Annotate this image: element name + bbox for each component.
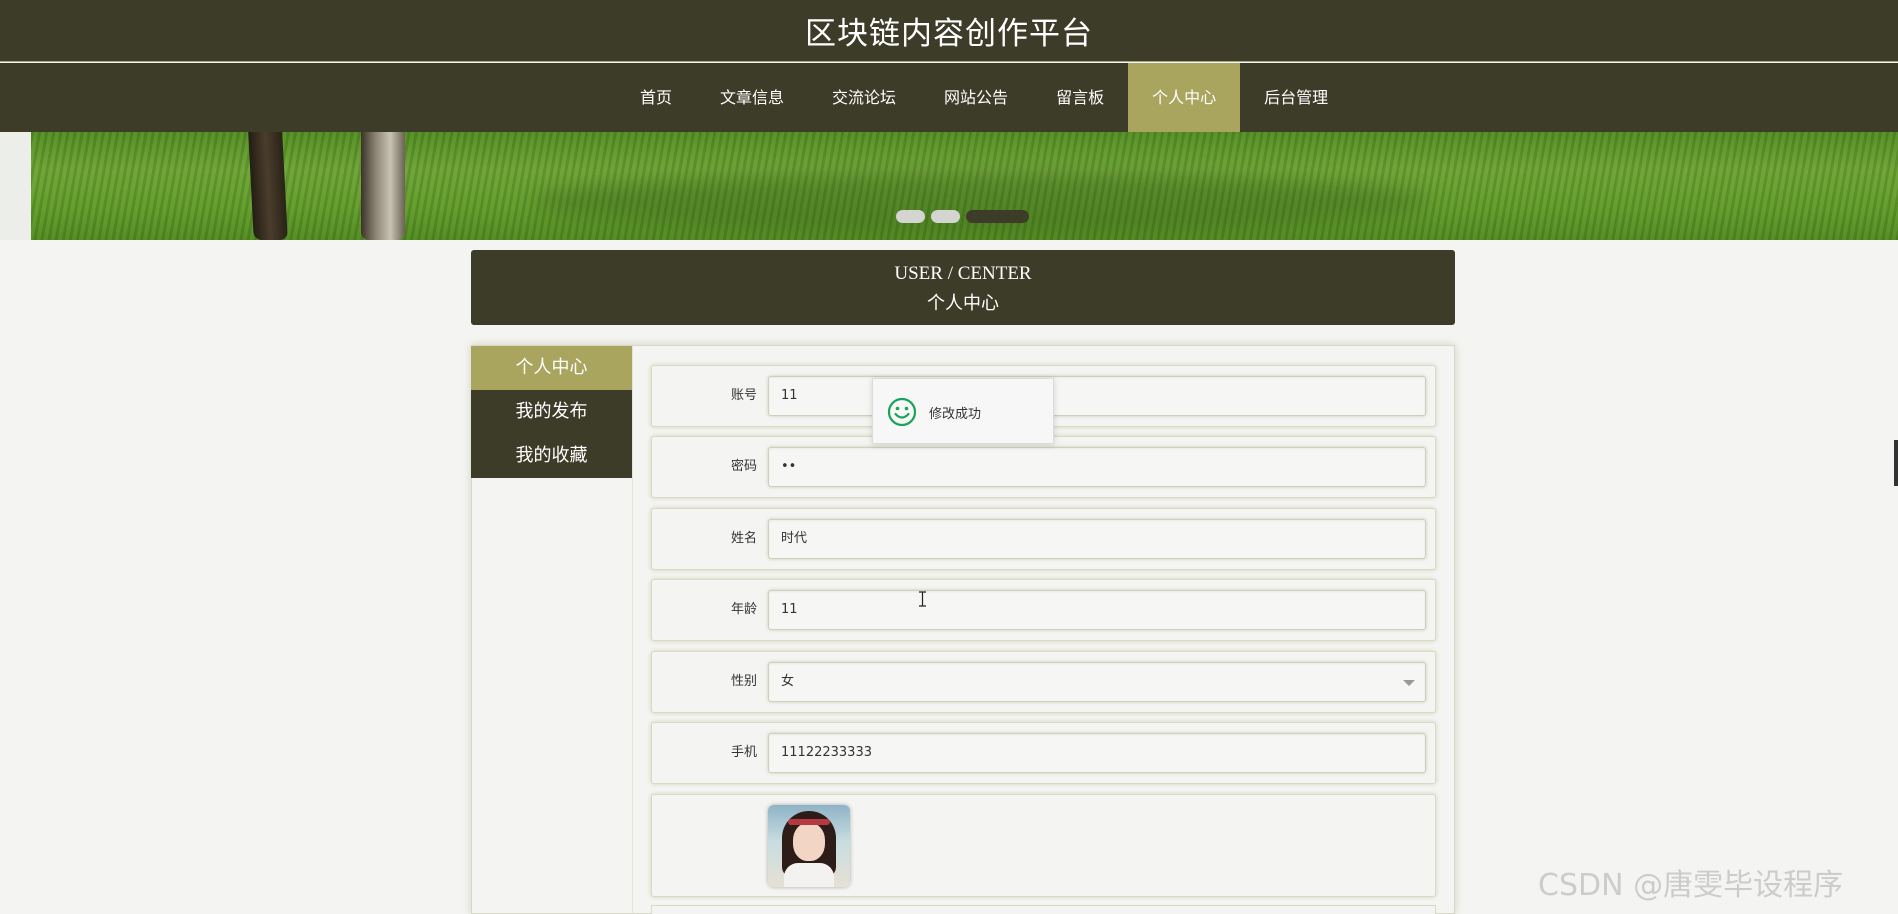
form-row-name: 姓名 时代 (651, 508, 1436, 570)
carousel-dot-active[interactable] (966, 210, 1029, 223)
avatar[interactable] (768, 805, 850, 887)
site-title: 区块链内容创作平台 (805, 16, 1093, 52)
phone-label: 手机 (730, 745, 757, 760)
age-label: 年龄 (730, 602, 757, 617)
banner-tree-trunk (248, 132, 288, 240)
toast-message: 修改成功 (929, 407, 982, 422)
carousel-dot[interactable] (931, 210, 960, 223)
gender-label: 性别 (730, 674, 757, 689)
gender-value: 女 (781, 674, 795, 689)
avatar-face (793, 823, 825, 861)
name-input[interactable]: 时代 (768, 519, 1426, 559)
avatar-headband (788, 819, 830, 825)
carousel-dot[interactable] (896, 210, 925, 223)
chevron-down-icon (1403, 680, 1415, 686)
scroll-handle[interactable] (1894, 440, 1898, 486)
side-divider (632, 346, 633, 914)
banner-shadow (531, 172, 1431, 232)
banner-carousel (31, 132, 1898, 240)
side-item-my-favorites[interactable]: 我的收藏 (471, 434, 632, 478)
form-row-avatar (651, 794, 1436, 897)
form-row-password: 密码 •• (651, 436, 1436, 498)
section-header: USER / CENTER 个人中心 (471, 250, 1455, 325)
banner-birch-trunk (361, 132, 405, 240)
top-header: 区块链内容创作平台 (0, 0, 1898, 62)
name-label: 姓名 (730, 531, 757, 546)
carousel-indicators (896, 210, 1029, 223)
section-title-english: USER / CENTER (894, 263, 1032, 284)
main-nav: 首页 文章信息 交流论坛 网站公告 留言板 个人中心 后台管理 (0, 63, 1898, 132)
nav-item-user-center[interactable]: 个人中心 (1128, 63, 1241, 132)
nav-items: 首页 文章信息 交流论坛 网站公告 留言板 个人中心 后台管理 (616, 63, 1352, 132)
password-input[interactable]: •• (768, 447, 1426, 487)
account-label: 账号 (730, 388, 757, 403)
nav-item-forum[interactable]: 交流论坛 (808, 63, 920, 132)
nav-item-admin[interactable]: 后台管理 (1240, 63, 1352, 132)
side-item-user-center[interactable]: 个人中心 (471, 346, 632, 390)
form-row-age: 年龄 11 (651, 579, 1436, 641)
side-menu: 个人中心 我的发布 我的收藏 (471, 346, 632, 478)
nav-item-articles[interactable]: 文章信息 (696, 63, 808, 132)
phone-input[interactable]: 11122233333 (768, 733, 1426, 773)
form-row-gender: 性别 女 (651, 651, 1436, 713)
nav-item-announcements[interactable]: 网站公告 (920, 63, 1032, 132)
success-toast: 修改成功 (872, 378, 1054, 444)
nav-item-home[interactable]: 首页 (616, 63, 696, 132)
watermark: CSDN @唐雯毕设程序 (1538, 868, 1844, 903)
gender-select[interactable]: 女 (768, 662, 1426, 702)
nav-item-message-board[interactable]: 留言板 (1032, 63, 1128, 132)
smile-icon (887, 397, 917, 427)
text-cursor-icon (919, 591, 926, 607)
avatar-body (784, 863, 834, 887)
banner-edge (0, 132, 31, 240)
section-title-chinese: 个人中心 (927, 293, 999, 314)
age-input[interactable]: 11 (768, 590, 1426, 630)
form-row-next (651, 905, 1436, 914)
form-row-phone: 手机 11122233333 (651, 722, 1436, 784)
side-item-my-posts[interactable]: 我的发布 (471, 390, 632, 434)
password-label: 密码 (730, 459, 757, 474)
account-input[interactable]: 11 (768, 376, 1426, 416)
